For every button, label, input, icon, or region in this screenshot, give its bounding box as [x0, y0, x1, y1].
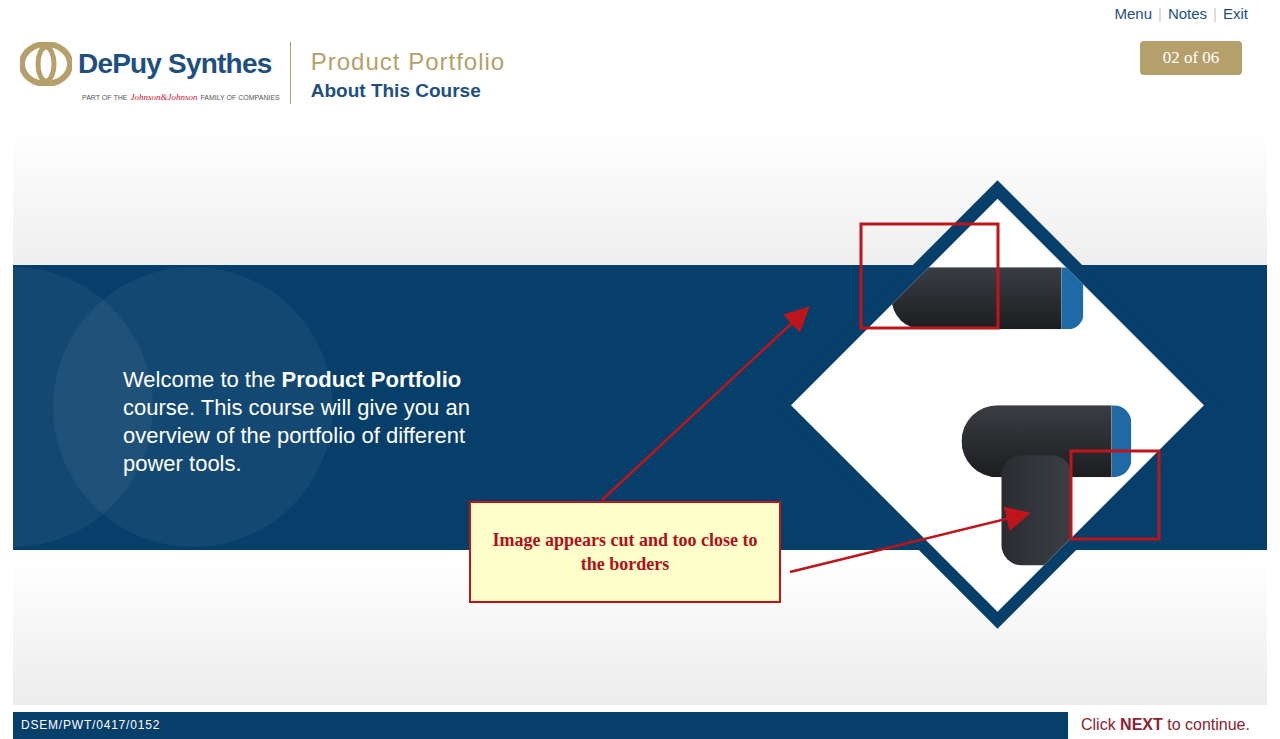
nav-separator: | — [1213, 5, 1217, 22]
nav-link[interactable]: Exit — [1223, 5, 1248, 22]
annotation-marks — [0, 0, 1280, 739]
header-right: Menu|Notes|Exit02 of 06 — [1114, 0, 1242, 130]
next-prompt[interactable]: Click NEXT to continue. — [1081, 716, 1250, 734]
arrow-icon — [790, 514, 1026, 572]
highlight-box — [1071, 451, 1159, 539]
nav-separator: | — [1158, 5, 1162, 22]
welcome-text: Welcome to the Product Portfolio course.… — [123, 366, 523, 478]
rings-logo-icon — [20, 42, 72, 86]
brand: DePuy Synthes PART OF THEJohnson&JohnsonF… — [20, 0, 505, 130]
course-titles: Product Portfolio About This Course — [311, 42, 505, 102]
header: DePuy Synthes PART OF THEJohnson&JohnsonF… — [0, 0, 1280, 130]
logo: DePuy Synthes PART OF THEJohnson&JohnsonF… — [20, 42, 280, 102]
brand-name: DePuy Synthes — [78, 48, 271, 80]
page-counter: 02 of 06 — [1140, 41, 1242, 75]
brand-tagline: PART OF THEJohnson&JohnsonFAMILY OF COMP… — [82, 92, 280, 102]
course-title: Product Portfolio — [311, 48, 505, 76]
section-title: About This Course — [311, 80, 505, 102]
footer: DSEM/PWT/0417/0152 Click NEXT to continue… — [13, 711, 1280, 739]
course-screen: DePuy Synthes PART OF THEJohnson&JohnsonF… — [0, 0, 1280, 739]
course-code: DSEM/PWT/0417/0152 — [21, 718, 160, 732]
annotation-callout: Image appears cut and too close to the b… — [469, 501, 781, 603]
arrow-icon — [602, 310, 806, 500]
top-nav: Menu | Notes | Exit — [1114, 5, 1248, 22]
header-divider — [290, 42, 291, 104]
footer-bar: DSEM/PWT/0417/0152 — [13, 712, 1068, 739]
content-stage: Welcome to the Product Portfolio course.… — [13, 130, 1267, 705]
image-frame — [773, 180, 1221, 628]
nav-link[interactable]: Menu — [1114, 5, 1152, 22]
highlight-box — [861, 224, 998, 328]
nav-link[interactable]: Notes — [1168, 5, 1207, 22]
